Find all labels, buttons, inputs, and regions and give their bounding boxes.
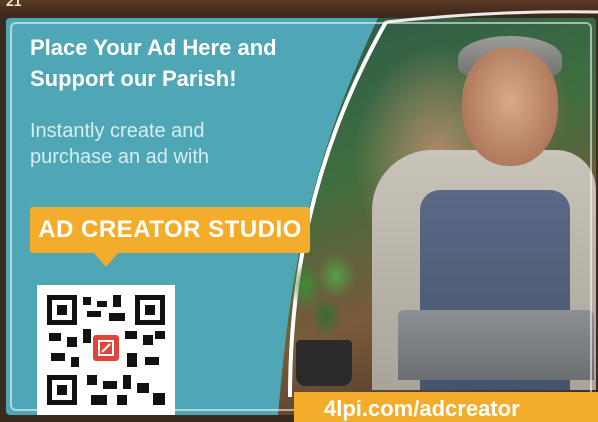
- top-strip-text: 21: [6, 0, 22, 9]
- ad-subtext: Instantly create and purchase an ad with: [30, 118, 290, 170]
- cta-callout-tail: [94, 253, 118, 267]
- qr-code[interactable]: [37, 285, 175, 415]
- headline-line-2: Support our Parish!: [30, 66, 237, 91]
- subtext-line-2: purchase an ad with: [30, 146, 210, 168]
- headline-line-1: Place Your Ad Here and: [30, 35, 277, 60]
- person-head-image: [462, 48, 558, 166]
- subtext-line-1: Instantly create and: [30, 120, 205, 142]
- plant-pot-image: [296, 340, 352, 386]
- cta-label: AD CREATOR STUDIO: [38, 216, 302, 243]
- ad-creator-studio-button[interactable]: AD CREATOR STUDIO: [30, 207, 310, 253]
- url-bar[interactable]: 4lpi.com/adcreator: [294, 392, 598, 422]
- url-text: 4lpi.com/adcreator: [324, 396, 520, 421]
- qr-code-icon: [47, 295, 165, 405]
- laptop-image: [398, 310, 594, 380]
- ad-headline: Place Your Ad Here and Support our Paris…: [30, 32, 370, 94]
